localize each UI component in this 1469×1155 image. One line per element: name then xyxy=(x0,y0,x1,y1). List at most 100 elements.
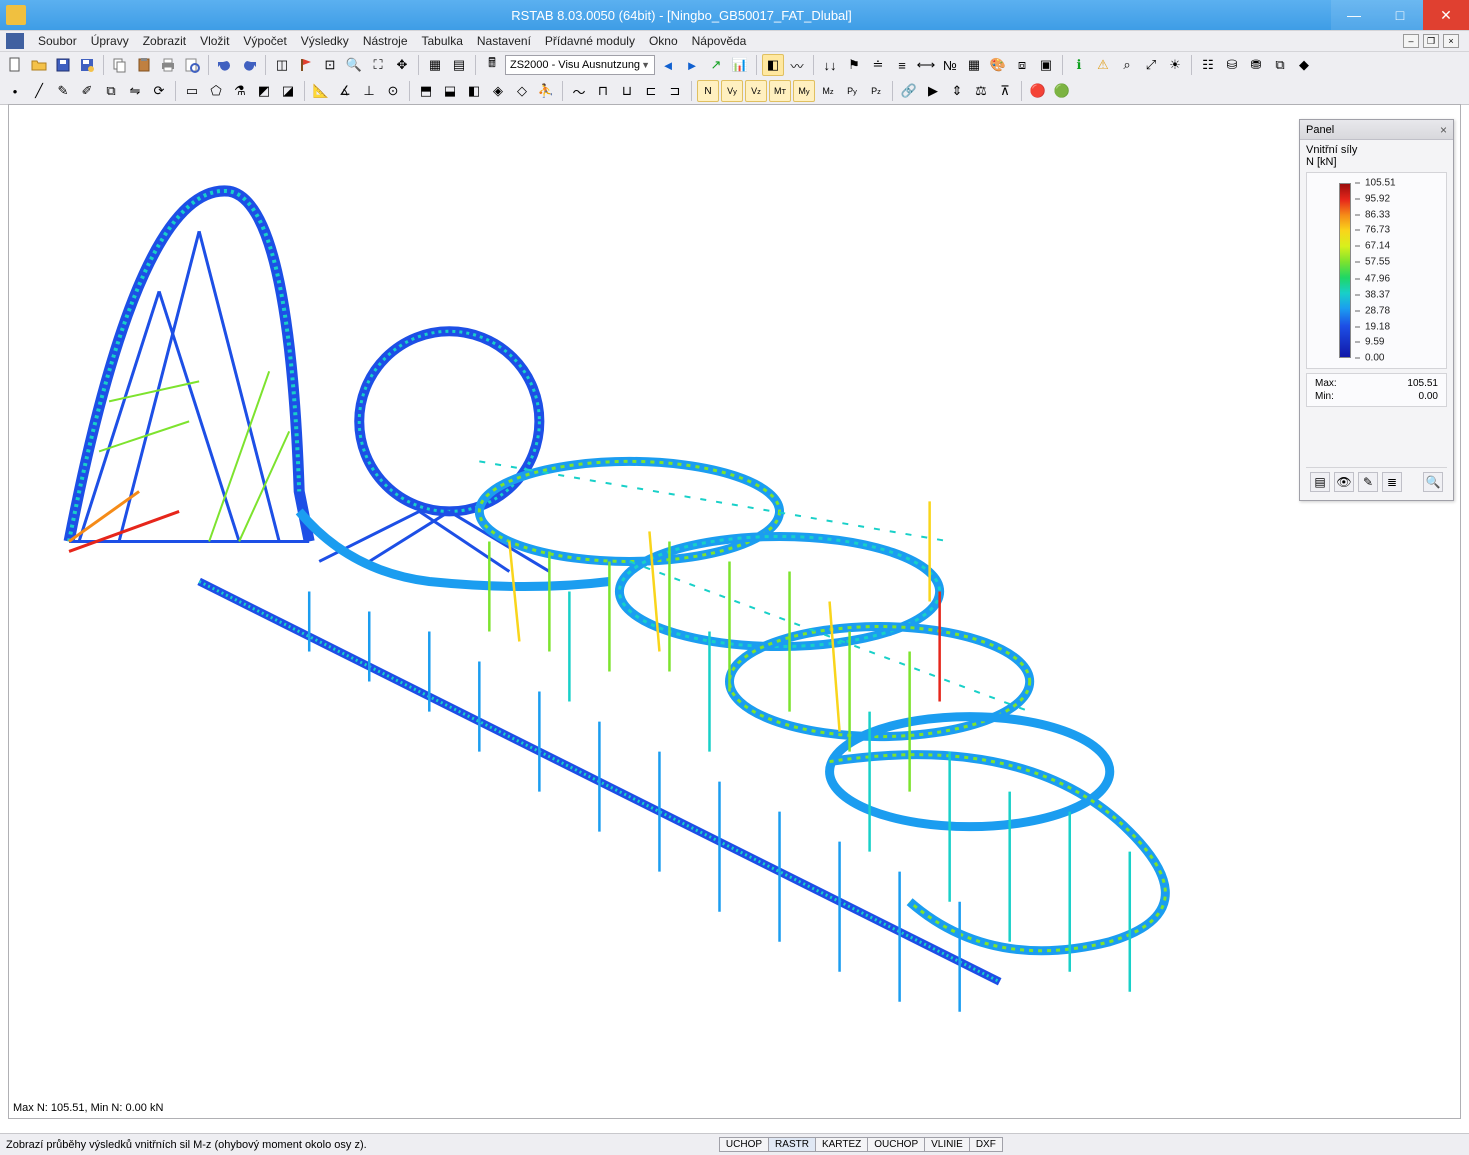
panel-btn-edit-icon[interactable]: ✎ xyxy=(1358,472,1378,492)
vy-icon[interactable]: ⊔ xyxy=(616,80,638,102)
select-filter-icon[interactable]: ⚗ xyxy=(229,80,251,102)
copy-node-icon[interactable]: ⧉ xyxy=(100,80,122,102)
loads-icon[interactable]: ↓↓ xyxy=(819,54,841,76)
view-iso-icon[interactable]: ◈ xyxy=(487,80,509,102)
force-vy-icon[interactable]: Vy xyxy=(721,80,743,102)
light-icon[interactable]: ☀ xyxy=(1164,54,1186,76)
force-mt-icon[interactable]: MT xyxy=(769,80,791,102)
node-icon[interactable]: • xyxy=(4,80,26,102)
res-link-icon[interactable]: 🔗 xyxy=(898,80,920,102)
menu-vysledky[interactable]: Výsledky xyxy=(294,34,356,48)
status-tab-rastr[interactable]: RASTR xyxy=(768,1137,816,1152)
menu-nastaveni[interactable]: Nastavení xyxy=(470,34,538,48)
numbers-icon[interactable]: № xyxy=(939,54,961,76)
save-icon[interactable] xyxy=(52,54,74,76)
results-toggle-icon[interactable]: ◧ xyxy=(762,54,784,76)
wireframe-icon[interactable]: ⧈ xyxy=(1011,54,1033,76)
status-tab-uchop[interactable]: UCHOP xyxy=(719,1137,769,1152)
vz-icon[interactable]: ⊏ xyxy=(640,80,662,102)
force-py-icon[interactable]: Py xyxy=(841,80,863,102)
warning-icon[interactable]: ⚠ xyxy=(1092,54,1114,76)
supports-icon[interactable]: ≐ xyxy=(867,54,889,76)
force-mz-icon[interactable]: Mz xyxy=(817,80,839,102)
view-walk-icon[interactable]: ⛹ xyxy=(535,80,557,102)
menu-tabulka[interactable]: Tabulka xyxy=(415,34,470,48)
force-pz-icon[interactable]: Pz xyxy=(865,80,887,102)
results-panel[interactable]: Panel × Vnitřní síly N [kN] 105.51 95.92… xyxy=(1299,119,1454,501)
model-viewport[interactable]: Panel × Vnitřní síly N [kN] 105.51 95.92… xyxy=(8,104,1461,1119)
status-tab-kartez[interactable]: KARTEZ xyxy=(815,1137,868,1152)
maximize-button[interactable]: □ xyxy=(1377,0,1423,30)
redo-icon[interactable] xyxy=(238,54,260,76)
menu-vlozit[interactable]: Vložit xyxy=(193,34,236,48)
edit-member-icon[interactable]: ✐ xyxy=(76,80,98,102)
next-case-icon[interactable]: ► xyxy=(681,54,703,76)
status-tab-ouchop[interactable]: OUCHOP xyxy=(867,1137,925,1152)
menu-moduly[interactable]: Přídavné moduly xyxy=(538,34,642,48)
deselect-icon[interactable]: ◪ xyxy=(277,80,299,102)
color2-icon[interactable]: 🟢 xyxy=(1051,80,1073,102)
grid-icon[interactable]: ▦ xyxy=(963,54,985,76)
panel-btn-eye-icon[interactable]: 👁 xyxy=(1334,472,1354,492)
mx-icon[interactable]: ⊐ xyxy=(664,80,686,102)
select-poly-icon[interactable]: ⬠ xyxy=(205,80,227,102)
force-vz-icon[interactable]: Vz xyxy=(745,80,767,102)
status-tab-dxf[interactable]: DXF xyxy=(969,1137,1003,1152)
select-all-icon[interactable]: ◩ xyxy=(253,80,275,102)
mirror-icon[interactable]: ⇋ xyxy=(124,80,146,102)
vx-icon[interactable]: ⊓ xyxy=(592,80,614,102)
tool-b-icon[interactable]: ⛁ xyxy=(1221,54,1243,76)
open-file-icon[interactable] xyxy=(28,54,50,76)
select-icon[interactable]: ▭ xyxy=(181,80,203,102)
member-icon[interactable]: ╱ xyxy=(28,80,50,102)
snap-icon[interactable]: ⊙ xyxy=(382,80,404,102)
mdi-minimize[interactable]: – xyxy=(1403,34,1419,48)
measure-icon[interactable]: 📐 xyxy=(310,80,332,102)
close-button[interactable]: ✕ xyxy=(1423,0,1469,30)
chart-icon[interactable]: 📊 xyxy=(729,54,751,76)
print-preview-icon[interactable] xyxy=(181,54,203,76)
zoom-window-icon[interactable]: ⊡ xyxy=(319,54,341,76)
print-icon[interactable] xyxy=(157,54,179,76)
tool-c-icon[interactable]: ⛃ xyxy=(1245,54,1267,76)
zoom-icon[interactable]: 🔍 xyxy=(343,54,365,76)
new-file-icon[interactable] xyxy=(4,54,26,76)
tool-a-icon[interactable]: ☷ xyxy=(1197,54,1219,76)
flag-icon[interactable] xyxy=(295,54,317,76)
view-side-icon[interactable]: ◧ xyxy=(463,80,485,102)
info-icon[interactable]: ℹ xyxy=(1068,54,1090,76)
panel-titlebar[interactable]: Panel × xyxy=(1300,120,1453,140)
table-icon[interactable]: ▦ xyxy=(424,54,446,76)
minimize-button[interactable]: — xyxy=(1331,0,1377,30)
res-anim-icon[interactable]: ▶ xyxy=(922,80,944,102)
tool-d-icon[interactable]: ⧉ xyxy=(1269,54,1291,76)
view-3d-icon[interactable]: ◫ xyxy=(271,54,293,76)
panel-close-icon[interactable]: × xyxy=(1440,123,1447,137)
res-scale-icon[interactable]: ⇕ xyxy=(946,80,968,102)
save-as-icon[interactable] xyxy=(76,54,98,76)
status-tab-vlinie[interactable]: VLINIE xyxy=(924,1137,970,1152)
menu-okno[interactable]: Okno xyxy=(642,34,685,48)
res-max-icon[interactable]: ⊼ xyxy=(994,80,1016,102)
loads-flag-icon[interactable]: ⚑ xyxy=(843,54,865,76)
table-edit-icon[interactable]: ▤ xyxy=(448,54,470,76)
copy-icon[interactable] xyxy=(109,54,131,76)
color-icon[interactable]: 🔴 xyxy=(1027,80,1049,102)
view-persp-icon[interactable]: ◇ xyxy=(511,80,533,102)
dimensions-icon[interactable]: ⟷ xyxy=(915,54,937,76)
res-filter-icon[interactable]: ⚖ xyxy=(970,80,992,102)
menu-soubor[interactable]: Soubor xyxy=(31,34,84,48)
rotate-icon[interactable]: ⟳ xyxy=(148,80,170,102)
deform-icon[interactable]: 〜 xyxy=(568,80,590,102)
calculator-icon[interactable]: 🖩 xyxy=(481,54,503,76)
paste-icon[interactable] xyxy=(133,54,155,76)
fit-icon[interactable]: ⛶ xyxy=(367,54,389,76)
edit-node-icon[interactable]: ✎ xyxy=(52,80,74,102)
palette-icon[interactable]: 🎨 xyxy=(987,54,1009,76)
angle-icon[interactable]: ∡ xyxy=(334,80,356,102)
menu-napoveda[interactable]: Nápověda xyxy=(685,34,754,48)
axis-icon[interactable]: ⤢ xyxy=(1140,54,1162,76)
panel-btn-colors-icon[interactable]: ▤ xyxy=(1310,472,1330,492)
view-front-icon[interactable]: ⬓ xyxy=(439,80,461,102)
force-n-icon[interactable]: N xyxy=(697,80,719,102)
